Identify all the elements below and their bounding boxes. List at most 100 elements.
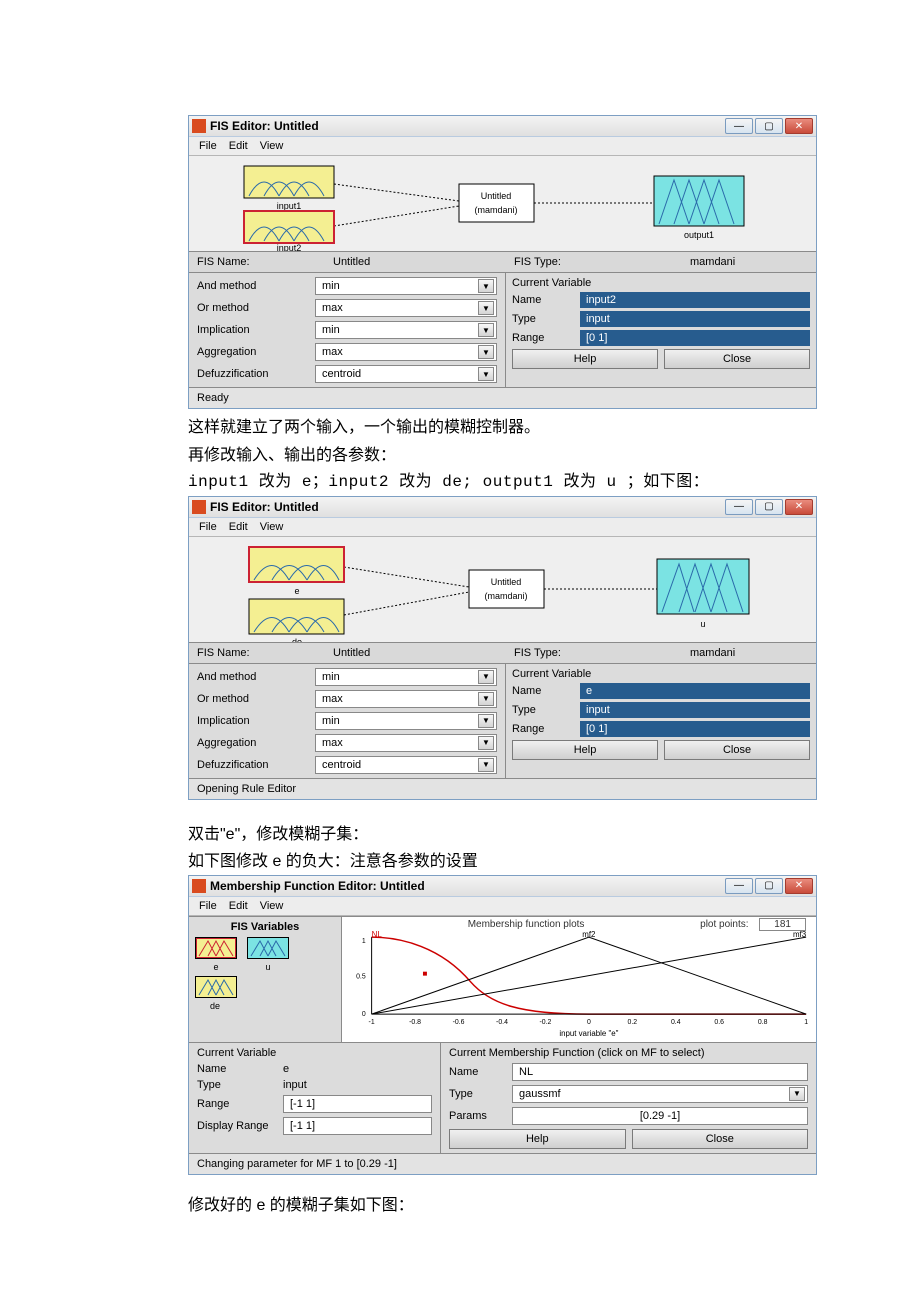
minimize-button[interactable]: — (725, 499, 753, 515)
body-text: input1 改为 e；input2 改为 de; output1 改为 u ；… (188, 470, 920, 496)
defuzzification-dropdown[interactable]: centroid▼ (315, 756, 497, 774)
and-method-dropdown[interactable]: min▼ (315, 668, 497, 686)
maximize-button[interactable]: ▢ (755, 118, 783, 134)
variable-thumb-e[interactable] (195, 937, 237, 959)
close-button[interactable]: ✕ (785, 499, 813, 515)
cv-type-value: input (283, 1079, 307, 1091)
chevron-down-icon: ▼ (789, 1087, 805, 1101)
cv-range-label: Range (512, 332, 572, 344)
svg-text:u: u (700, 619, 705, 629)
minimize-button[interactable]: — (725, 878, 753, 894)
close-inner-button[interactable]: Close (664, 740, 810, 760)
aggregation-label: Aggregation (197, 737, 307, 749)
svg-text:(mamdani): (mamdani) (484, 591, 527, 601)
fis-type-value: mamdani (682, 252, 743, 272)
svg-text:0.2: 0.2 (628, 1019, 638, 1026)
body-text: 这样就建立了两个输入，一个输出的模糊控制器。 (188, 415, 920, 441)
variable-thumb-u[interactable] (247, 937, 289, 959)
svg-text:0.6: 0.6 (714, 1019, 724, 1026)
body-text: 如下图修改 e 的负大：注意各参数的设置 (188, 849, 920, 875)
cv-type-label: Type (512, 704, 572, 716)
defuzzification-dropdown[interactable]: centroid▼ (315, 365, 497, 383)
cv-name-label: Name (512, 685, 572, 697)
titlebar[interactable]: Membership Function Editor: Untitled — ▢… (189, 876, 816, 897)
help-button[interactable]: Help (512, 740, 658, 760)
menu-file[interactable]: File (199, 521, 217, 533)
svg-text:input1: input1 (277, 201, 302, 211)
menu-edit[interactable]: Edit (229, 140, 248, 152)
fis-name-label: FIS Name: (189, 643, 325, 663)
plot-points-input[interactable]: 181 (759, 918, 806, 931)
menu-file[interactable]: File (199, 140, 217, 152)
implication-dropdown[interactable]: min▼ (315, 712, 497, 730)
svg-text:-0.6: -0.6 (453, 1019, 465, 1026)
menubar: File Edit View (189, 518, 816, 537)
diagram-canvas[interactable]: input1 input2 Untitled (mamdani) output1 (189, 156, 816, 251)
variable-thumb-de[interactable] (195, 976, 237, 998)
menu-view[interactable]: View (260, 140, 284, 152)
cv-range-label: Range (197, 1098, 277, 1110)
mf-plot-area[interactable]: Membership function plots plot points: 1… (342, 917, 816, 1042)
or-method-dropdown[interactable]: max▼ (315, 299, 497, 317)
aggregation-dropdown[interactable]: max▼ (315, 343, 497, 361)
svg-text:0.8: 0.8 (758, 1019, 768, 1026)
defuzzification-label: Defuzzification (197, 759, 307, 771)
aggregation-dropdown[interactable]: max▼ (315, 734, 497, 752)
titlebar[interactable]: FIS Editor: Untitled — ▢ ✕ (189, 497, 816, 518)
cv-range-label: Range (512, 723, 572, 735)
menu-file[interactable]: File (199, 900, 217, 912)
close-button[interactable]: ✕ (785, 878, 813, 894)
mf-params-label: Params (449, 1110, 504, 1122)
window-title: FIS Editor: Untitled (210, 500, 719, 514)
cv-range-input[interactable]: [-1 1] (283, 1095, 432, 1113)
menu-view[interactable]: View (260, 900, 284, 912)
close-inner-button[interactable]: Close (632, 1129, 809, 1149)
diagram-canvas[interactable]: e de Untitled (mamdani) u (189, 537, 816, 642)
fis-type-label: FIS Type: (506, 252, 682, 272)
cv-display-range-input[interactable]: [-1 1] (283, 1117, 432, 1135)
menu-edit[interactable]: Edit (229, 900, 248, 912)
cv-type-label: Type (512, 313, 572, 325)
mf-type-dropdown[interactable]: gaussmf▼ (512, 1085, 808, 1103)
fis-variables-header: FIS Variables (195, 921, 335, 933)
maximize-button[interactable]: ▢ (755, 499, 783, 515)
help-button[interactable]: Help (449, 1129, 626, 1149)
help-button[interactable]: Help (512, 349, 658, 369)
app-icon (192, 500, 206, 514)
menubar: File Edit View (189, 897, 816, 916)
menu-edit[interactable]: Edit (229, 521, 248, 533)
svg-text:-0.4: -0.4 (496, 1019, 508, 1026)
mf-name-input[interactable]: NL (512, 1063, 808, 1081)
svg-text:-0.8: -0.8 (409, 1019, 421, 1026)
fis-editor-window-2: FIS Editor: Untitled — ▢ ✕ File Edit Vie… (188, 496, 817, 800)
aggregation-label: Aggregation (197, 346, 307, 358)
app-icon (192, 119, 206, 133)
close-inner-button[interactable]: Close (664, 349, 810, 369)
menu-view[interactable]: View (260, 521, 284, 533)
cv-name-value[interactable]: input2 (580, 292, 810, 308)
fis-name-value: Untitled (325, 252, 506, 272)
and-method-label: And method (197, 280, 307, 292)
current-variable-header: Current Variable (512, 668, 810, 680)
implication-dropdown[interactable]: min▼ (315, 321, 497, 339)
svg-text:0.5: 0.5 (356, 974, 366, 981)
minimize-button[interactable]: — (725, 118, 753, 134)
close-button[interactable]: ✕ (785, 118, 813, 134)
cv-name-label: Name (512, 294, 572, 306)
chevron-down-icon: ▼ (478, 301, 494, 315)
chevron-down-icon: ▼ (478, 323, 494, 337)
mf-type-label: Type (449, 1088, 504, 1100)
or-method-label: Or method (197, 302, 307, 314)
chevron-down-icon: ▼ (478, 670, 494, 684)
current-mf-header: Current Membership Function (click on MF… (449, 1047, 808, 1059)
and-method-dropdown[interactable]: min▼ (315, 277, 497, 295)
defuzzification-label: Defuzzification (197, 368, 307, 380)
or-method-dropdown[interactable]: max▼ (315, 690, 497, 708)
mf-params-input[interactable]: [0.29 -1] (512, 1107, 808, 1125)
maximize-button[interactable]: ▢ (755, 878, 783, 894)
titlebar[interactable]: FIS Editor: Untitled — ▢ ✕ (189, 116, 816, 137)
cv-name-value[interactable]: e (580, 683, 810, 699)
implication-label: Implication (197, 324, 307, 336)
cv-type-value: input (580, 311, 810, 327)
cv-range-value: [0 1] (580, 330, 810, 346)
